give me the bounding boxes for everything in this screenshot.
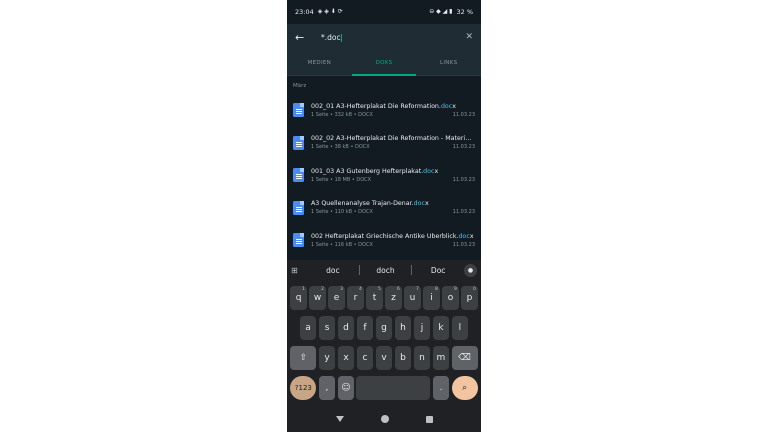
nav-back-icon[interactable] (335, 416, 344, 422)
key-v[interactable]: v (375, 346, 393, 370)
suggestion-doc-capital[interactable]: Doc (412, 266, 464, 275)
key-j[interactable]: j (413, 316, 431, 340)
tab-doks[interactable]: DOKS (351, 50, 417, 76)
key-row-2: asdfghjkl (287, 316, 481, 340)
key-y[interactable]: y (318, 346, 336, 370)
text-cursor (340, 33, 342, 42)
key-z[interactable]: z6 (385, 286, 402, 310)
shift-icon: ⇧ (299, 353, 308, 363)
document-date: 11.03.23 (452, 241, 475, 248)
nav-home-icon[interactable] (380, 415, 389, 423)
search-query: *.doc (321, 32, 341, 42)
document-icon (293, 168, 304, 183)
tab-bar: MEDIEN DOKS LINKS (287, 50, 481, 76)
key-r[interactable]: r4 (347, 286, 364, 310)
key-row-1: q1w2e3r4t5z6u7i8o9p0 (287, 286, 481, 310)
key-l[interactable]: l (451, 316, 469, 340)
space-key[interactable] (356, 376, 431, 400)
key-q[interactable]: q1 (290, 286, 307, 310)
key-c[interactable]: c (356, 346, 374, 370)
document-info: 1 Seite • 18 MB • DOCX (311, 176, 372, 183)
key-e[interactable]: e3 (328, 286, 345, 310)
period-key[interactable]: . (432, 376, 450, 400)
status-bar: 23:04 ◈ ◈ ⬇ ⟳ ⊖ ◆ ◢ ▮ 32 % (287, 0, 481, 24)
key-t[interactable]: t5 (366, 286, 383, 310)
document-icon (293, 103, 304, 118)
emoji-key[interactable]: ☺ (337, 376, 355, 400)
document-title: 002 Hefterplakat Griechische Antike Über… (311, 232, 474, 240)
key-i[interactable]: i8 (423, 286, 440, 310)
key-u[interactable]: u7 (404, 286, 421, 310)
key-g[interactable]: g (375, 316, 393, 340)
clear-icon[interactable]: ✕ (465, 32, 473, 42)
key-s[interactable]: s (318, 316, 336, 340)
list-item[interactable]: 002_01 A3-Hefterplakat Die Reformation.d… (287, 94, 481, 127)
document-icon (293, 135, 304, 150)
document-info: 1 Seite • 38 kB • DOCX (311, 144, 370, 151)
document-title: 001_03 A3 Gutenberg Hefterplakat.docx (311, 167, 439, 175)
document-date: 11.03.23 (452, 209, 475, 216)
apps-grid-icon[interactable]: ⊞ (291, 266, 307, 275)
document-title: 002_02 A3-Hefterplakat Die Reformation -… (311, 135, 475, 143)
navigation-bar (287, 406, 481, 432)
document-title: 002_01 A3-Hefterplakat Die Reformation.d… (311, 102, 456, 110)
nav-recents-icon[interactable] (425, 415, 433, 423)
notification-icons: ◈ ◈ ⬇ ⟳ (317, 8, 343, 15)
symbols-key[interactable]: ?123 (290, 376, 317, 400)
phone-screen: 23:04 ◈ ◈ ⬇ ⟳ ⊖ ◆ ◢ ▮ 32 % ← *.doc ✕ MED… (287, 0, 481, 432)
search-bar: ← *.doc ✕ (287, 24, 481, 50)
document-date: 11.03.23 (452, 176, 475, 183)
keyboard: ⊞ doc doch Doc ● q1w2e3r4t5z6u7i8o9p0 as… (287, 260, 481, 406)
document-info: 1 Seite • 110 kB • DOCX (311, 209, 373, 216)
search-input[interactable]: *.doc (321, 33, 453, 42)
key-k[interactable]: k (432, 316, 450, 340)
document-info: 1 Seite • 332 kB • DOCX (311, 111, 373, 118)
key-h[interactable]: h (394, 316, 412, 340)
key-x[interactable]: x (337, 346, 355, 370)
document-icon (293, 200, 304, 215)
list-item[interactable]: 002_02 A3-Hefterplakat Die Reformation -… (287, 127, 481, 160)
tab-links[interactable]: LINKS (416, 50, 481, 75)
document-date: 11.03.23 (452, 111, 475, 118)
shift-key[interactable]: ⇧ (290, 346, 317, 370)
key-row-4: ?123 , ☺ . ⌕ (287, 376, 481, 400)
battery-level: 32 % (456, 8, 473, 16)
document-title: A3 Quellenanalyse Trajan-Denar.docx (311, 200, 429, 208)
list-item[interactable]: 001_03 A3 Gutenberg Hefterplakat.docx 1 S… (287, 159, 481, 192)
key-m[interactable]: m (432, 346, 450, 370)
backspace-icon: ⌫ (458, 353, 471, 363)
document-icon (293, 233, 304, 248)
key-o[interactable]: o9 (442, 286, 459, 310)
list-item[interactable]: A3 Quellenanalyse Trajan-Denar.docx 1 Sei… (287, 192, 481, 225)
document-info: 1 Seite • 116 kB • DOCX (311, 241, 373, 248)
key-w[interactable]: w2 (309, 286, 326, 310)
status-time: 23:04 (295, 8, 314, 16)
document-list: 002_01 A3-Hefterplakat Die Reformation.d… (287, 94, 481, 257)
key-d[interactable]: d (337, 316, 355, 340)
section-header: März (293, 83, 307, 89)
key-n[interactable]: n (413, 346, 431, 370)
emoji-icon: ☺ (341, 383, 351, 393)
comma-key[interactable]: , (318, 376, 336, 400)
backspace-key[interactable]: ⌫ (451, 346, 478, 370)
key-row-3: ⇧ yxcvbnm ⌫ (287, 346, 481, 370)
list-item[interactable]: 002 Hefterplakat Griechische Antike Über… (287, 224, 481, 257)
back-arrow-icon[interactable]: ← (295, 31, 309, 44)
key-a[interactable]: a (299, 316, 317, 340)
key-p[interactable]: p0 (461, 286, 478, 310)
tab-medien[interactable]: MEDIEN (287, 50, 352, 75)
suggestion-doc[interactable]: doc (307, 266, 359, 275)
key-f[interactable]: f (356, 316, 374, 340)
signal-icons: ⊖ ◆ ◢ ▮ (429, 8, 453, 15)
document-date: 11.03.23 (452, 144, 475, 151)
search-icon: ⌕ (462, 383, 468, 393)
suggestion-doch[interactable]: doch (360, 266, 412, 275)
search-key[interactable]: ⌕ (451, 376, 478, 400)
key-b[interactable]: b (394, 346, 412, 370)
suggestion-bar: ⊞ doc doch Doc ● (287, 260, 481, 280)
microphone-icon[interactable]: ● (464, 263, 478, 277)
